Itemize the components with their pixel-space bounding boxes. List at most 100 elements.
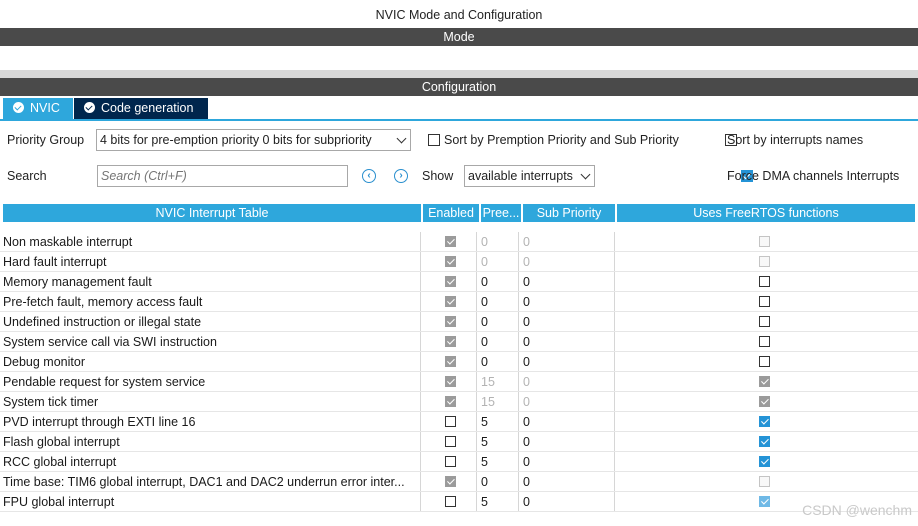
- sub-priority-cell[interactable]: 0: [523, 272, 530, 292]
- cell-divider: [614, 352, 615, 372]
- table-row[interactable]: Pre-fetch fault, memory access fault 0 0: [0, 292, 918, 312]
- enabled-checkbox[interactable]: [445, 396, 456, 407]
- search-previous-button[interactable]: ‹: [362, 169, 376, 183]
- sub-priority-cell[interactable]: 0: [523, 312, 530, 332]
- enabled-checkbox[interactable]: [445, 416, 456, 427]
- sub-priority-cell[interactable]: 0: [523, 352, 530, 372]
- preemption-priority-cell[interactable]: 0: [481, 332, 488, 352]
- mode-area: [0, 46, 918, 70]
- preemption-priority-cell[interactable]: 0: [481, 232, 488, 252]
- enabled-checkbox[interactable]: [445, 436, 456, 447]
- enabled-checkbox[interactable]: [445, 316, 456, 327]
- sub-priority-cell[interactable]: 0: [523, 292, 530, 312]
- table-row[interactable]: System tick timer 15 0: [0, 392, 918, 412]
- cell-divider: [476, 412, 477, 432]
- enabled-checkbox[interactable]: [445, 496, 456, 507]
- configuration-section-bar[interactable]: Configuration: [0, 78, 918, 96]
- freertos-checkbox[interactable]: [759, 236, 770, 247]
- enabled-checkbox[interactable]: [445, 296, 456, 307]
- enabled-checkbox[interactable]: [445, 256, 456, 267]
- sub-priority-cell[interactable]: 0: [523, 372, 530, 392]
- show-select[interactable]: available interrupts: [464, 165, 595, 187]
- preemption-priority-cell[interactable]: 5: [481, 452, 488, 472]
- sub-priority-cell[interactable]: 0: [523, 472, 530, 492]
- table-row[interactable]: Pendable request for system service 15 0: [0, 372, 918, 392]
- freertos-checkbox[interactable]: [759, 396, 770, 407]
- column-header-preemption[interactable]: Pree...: [481, 204, 521, 222]
- search-next-button[interactable]: ›: [394, 169, 408, 183]
- preemption-priority-cell[interactable]: 0: [481, 272, 488, 292]
- tab-nvic[interactable]: NVIC: [3, 98, 73, 119]
- preemption-priority-cell[interactable]: 5: [481, 412, 488, 432]
- preemption-priority-cell[interactable]: 0: [481, 252, 488, 272]
- freertos-checkbox[interactable]: [759, 316, 770, 327]
- preemption-priority-cell[interactable]: 0: [481, 292, 488, 312]
- show-label: Show: [422, 169, 454, 183]
- column-header-freertos[interactable]: Uses FreeRTOS functions: [617, 204, 915, 222]
- sort-premption-checkbox[interactable]: [428, 134, 440, 146]
- table-row[interactable]: Debug monitor 0 0: [0, 352, 918, 372]
- sub-priority-cell[interactable]: 0: [523, 412, 530, 432]
- sub-priority-cell[interactable]: 0: [523, 392, 530, 412]
- preemption-priority-cell[interactable]: 0: [481, 472, 488, 492]
- freertos-checkbox[interactable]: [759, 376, 770, 387]
- table-row[interactable]: System service call via SWI instruction 0…: [0, 332, 918, 352]
- preemption-priority-cell[interactable]: 5: [481, 492, 488, 512]
- freertos-checkbox[interactable]: [759, 276, 770, 287]
- freertos-checkbox[interactable]: [759, 496, 770, 507]
- column-header-name[interactable]: NVIC Interrupt Table: [3, 204, 421, 222]
- preemption-priority-cell[interactable]: 5: [481, 432, 488, 452]
- cell-divider: [518, 352, 519, 372]
- enabled-checkbox[interactable]: [445, 236, 456, 247]
- preemption-priority-cell[interactable]: 15: [481, 372, 495, 392]
- freertos-checkbox[interactable]: [759, 476, 770, 487]
- freertos-checkbox[interactable]: [759, 256, 770, 267]
- freertos-checkbox[interactable]: [759, 456, 770, 467]
- enabled-checkbox[interactable]: [445, 476, 456, 487]
- sub-priority-cell[interactable]: 0: [523, 332, 530, 352]
- cell-divider: [518, 252, 519, 272]
- table-row[interactable]: Time base: TIM6 global interrupt, DAC1 a…: [0, 472, 918, 492]
- cell-divider: [420, 472, 421, 492]
- preemption-priority-cell[interactable]: 15: [481, 392, 495, 412]
- splitter[interactable]: [0, 70, 918, 78]
- enabled-checkbox[interactable]: [445, 356, 456, 367]
- cell-divider: [614, 452, 615, 472]
- sort-names-label: Sort by interrupts names: [727, 133, 864, 147]
- interrupt-name: Pendable request for system service: [3, 375, 206, 389]
- sub-priority-cell[interactable]: 0: [523, 452, 530, 472]
- table-row[interactable]: Non maskable interrupt 0 0: [0, 232, 918, 252]
- table-row[interactable]: Flash global interrupt 5 0: [0, 432, 918, 452]
- mode-section-bar[interactable]: Mode: [0, 28, 918, 46]
- cell-divider: [518, 472, 519, 492]
- freertos-checkbox[interactable]: [759, 296, 770, 307]
- table-row[interactable]: Hard fault interrupt 0 0: [0, 252, 918, 272]
- enabled-checkbox[interactable]: [445, 336, 456, 347]
- sub-priority-cell[interactable]: 0: [523, 232, 530, 252]
- column-header-enabled[interactable]: Enabled: [423, 204, 479, 222]
- enabled-checkbox[interactable]: [445, 456, 456, 467]
- priority-group-select[interactable]: 4 bits for pre-emption priority 0 bits f…: [96, 129, 411, 151]
- table-row[interactable]: FPU global interrupt 5 0: [0, 492, 918, 512]
- sub-priority-cell[interactable]: 0: [523, 432, 530, 452]
- table-row[interactable]: PVD interrupt through EXTI line 16 5 0: [0, 412, 918, 432]
- cell-divider: [614, 372, 615, 392]
- cell-divider: [476, 492, 477, 512]
- table-row[interactable]: Memory management fault 0 0: [0, 272, 918, 292]
- preemption-priority-cell[interactable]: 0: [481, 352, 488, 372]
- column-header-sub-priority[interactable]: Sub Priority: [523, 204, 615, 222]
- sub-priority-cell[interactable]: 0: [523, 252, 530, 272]
- preemption-priority-cell[interactable]: 0: [481, 312, 488, 332]
- priority-group-label: Priority Group: [7, 133, 85, 147]
- tab-code-generation[interactable]: Code generation: [74, 98, 208, 119]
- freertos-checkbox[interactable]: [759, 436, 770, 447]
- sub-priority-cell[interactable]: 0: [523, 492, 530, 512]
- search-input[interactable]: [97, 165, 348, 187]
- freertos-checkbox[interactable]: [759, 356, 770, 367]
- freertos-checkbox[interactable]: [759, 416, 770, 427]
- table-row[interactable]: RCC global interrupt 5 0: [0, 452, 918, 472]
- freertos-checkbox[interactable]: [759, 336, 770, 347]
- enabled-checkbox[interactable]: [445, 376, 456, 387]
- enabled-checkbox[interactable]: [445, 276, 456, 287]
- table-row[interactable]: Undefined instruction or illegal state 0 0: [0, 312, 918, 332]
